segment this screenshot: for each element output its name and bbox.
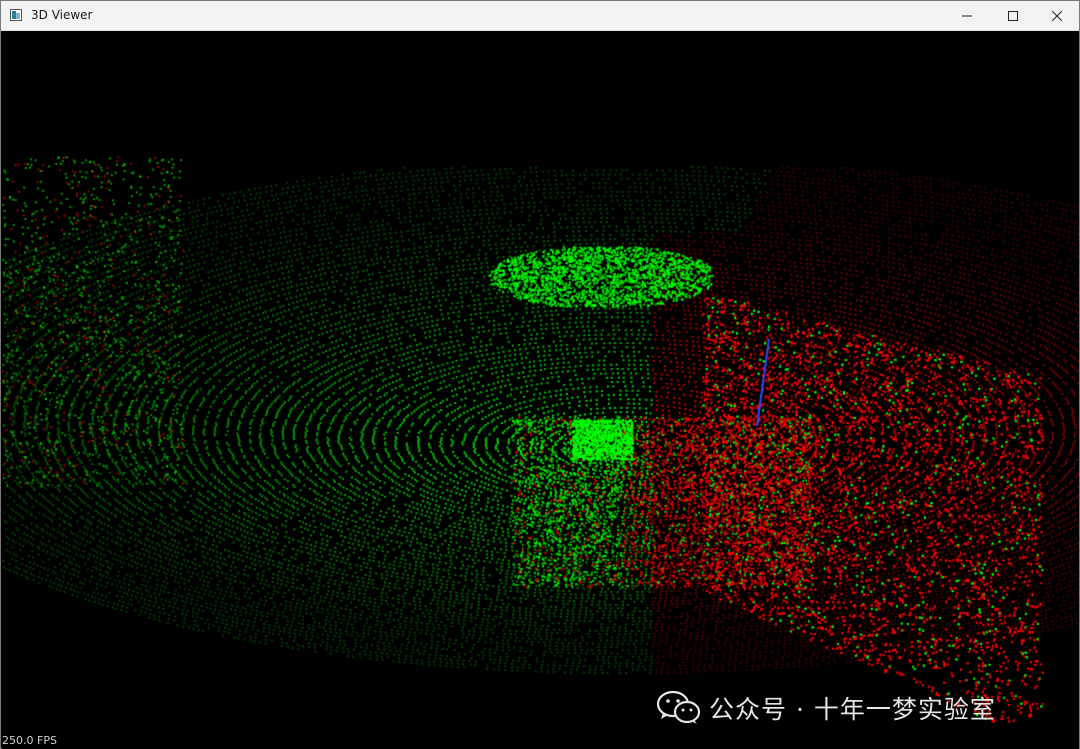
maximize-button[interactable] [990,1,1036,30]
minimize-icon [962,15,972,16]
watermark: 公众号 · 十年一梦实验室 [657,688,996,728]
app-icon [10,9,22,21]
fps-counter: 250.0 FPS [2,734,57,747]
watermark-text: 公众号 · 十年一梦实验室 [709,695,996,724]
viewer-window: 3D Viewer 250.0 FPS 公众号 · 十年一梦实验室 [0,0,1080,749]
wechat-icon [657,691,701,724]
point-cloud [2,31,1079,749]
minimize-button[interactable] [944,1,990,30]
title-bar[interactable]: 3D Viewer [1,1,1079,31]
window-title: 3D Viewer [31,8,93,22]
close-button[interactable] [1034,1,1080,30]
maximize-icon [1008,10,1018,21]
3d-viewport[interactable]: 250.0 FPS 公众号 · 十年一梦实验室 [2,31,1079,749]
close-icon [1052,10,1062,21]
